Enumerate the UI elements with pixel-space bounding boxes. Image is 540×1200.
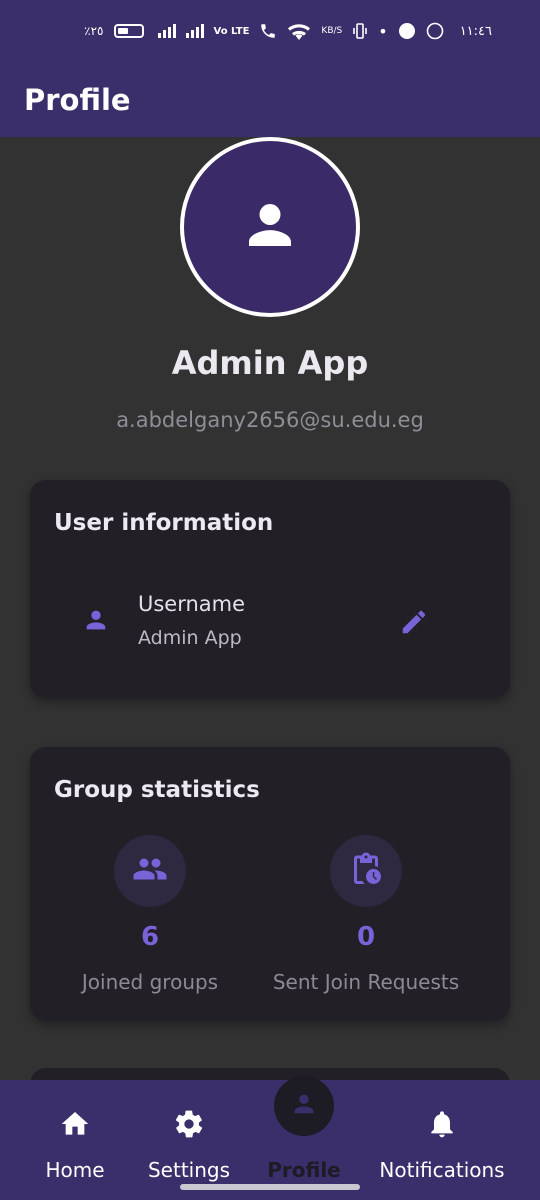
nav-label: Notifications bbox=[379, 1158, 505, 1182]
page-title: Profile bbox=[24, 82, 131, 117]
gear-icon bbox=[173, 1108, 205, 1144]
nav-settings[interactable]: Settings bbox=[139, 1080, 239, 1200]
user-information-card: User information Username Admin App bbox=[30, 480, 510, 698]
profile-email: a.abdelgany2656@su.edu.eg bbox=[116, 408, 424, 432]
group-icon bbox=[132, 851, 168, 891]
nav-label: Home bbox=[45, 1158, 105, 1182]
signal-icon-2 bbox=[185, 24, 204, 38]
group-statistics-card: Group statistics 6 Joined groups 0 Sent … bbox=[30, 747, 510, 1021]
status-bar: ٪٢٥ Vo LTE KB/S • ١١:٤٦ bbox=[0, 0, 540, 62]
vibrate-icon bbox=[352, 22, 368, 40]
vpn-icon bbox=[398, 22, 416, 40]
bottom-nav: Home Settings Profile Notifications bbox=[0, 1080, 540, 1200]
clipboard-clock-icon bbox=[348, 851, 384, 891]
nav-label: Settings bbox=[147, 1158, 231, 1182]
card-title: User information bbox=[54, 510, 274, 536]
home-indicator bbox=[180, 1184, 360, 1190]
battery-icon bbox=[113, 24, 144, 38]
nav-home[interactable]: Home bbox=[35, 1080, 115, 1200]
joined-groups-count: 6 bbox=[140, 922, 160, 952]
avatar bbox=[180, 137, 360, 317]
joined-groups-badge bbox=[114, 835, 186, 907]
sent-requests-badge bbox=[330, 835, 402, 907]
username-label: Username bbox=[138, 592, 246, 616]
nav-profile-active-bubble[interactable] bbox=[274, 1076, 334, 1136]
edit-username-button[interactable] bbox=[394, 604, 434, 644]
sent-requests-label: Sent Join Requests bbox=[272, 970, 460, 994]
clock: ١١:٤٦ bbox=[459, 23, 492, 39]
network-type: Vo LTE bbox=[213, 25, 250, 37]
data-speed: KB/S bbox=[321, 26, 343, 36]
dot-icon: • bbox=[378, 21, 388, 41]
home-icon bbox=[59, 1108, 91, 1144]
bell-icon bbox=[426, 1108, 458, 1144]
pencil-icon bbox=[399, 607, 429, 641]
signal-icon bbox=[157, 24, 176, 38]
person-icon bbox=[290, 1090, 318, 1122]
person-icon bbox=[242, 197, 298, 257]
nav-label: Profile bbox=[267, 1158, 341, 1182]
battery-percent: ٪٢٥ bbox=[84, 24, 104, 38]
username-value: Admin App bbox=[138, 627, 242, 649]
whatsapp-icon bbox=[426, 22, 444, 40]
person-icon bbox=[82, 606, 110, 638]
wifi-icon bbox=[287, 22, 311, 40]
profile-name: Admin App bbox=[171, 344, 369, 382]
nav-notifications[interactable]: Notifications bbox=[372, 1080, 512, 1200]
card-title: Group statistics bbox=[54, 777, 260, 803]
joined-groups-label: Joined groups bbox=[81, 970, 219, 994]
sent-requests-count: 0 bbox=[356, 922, 376, 952]
call-icon bbox=[259, 22, 277, 40]
app-bar: Profile bbox=[0, 62, 540, 137]
